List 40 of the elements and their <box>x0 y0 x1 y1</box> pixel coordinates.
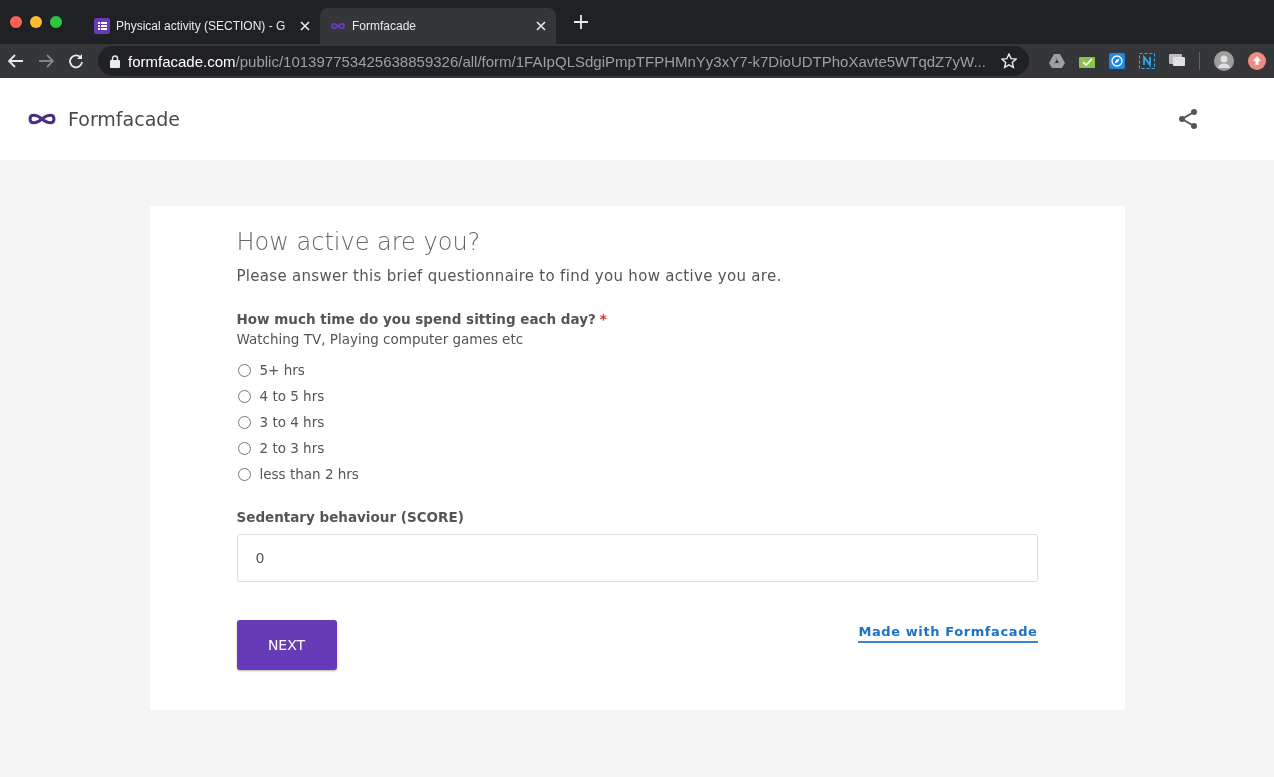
next-button[interactable]: NEXT <box>236 620 337 670</box>
question-label: How much time do you spend sitting each day? <box>236 311 596 327</box>
star-icon[interactable] <box>1001 53 1017 69</box>
url-path: /public/101397753425638859326/all/form/1FAIpQLSdgiPmpTFPHMnYy3xY7-k7DioUDTPhoXavte5WTqdZ7yW... <box>235 52 986 70</box>
form-list-icon <box>94 18 110 34</box>
avatar-icon[interactable] <box>1214 51 1234 71</box>
forward-icon[interactable] <box>38 54 54 68</box>
minimize-window-icon[interactable] <box>30 16 42 28</box>
form-title: How active are you? <box>236 228 482 256</box>
close-tab-icon[interactable] <box>300 21 310 31</box>
browser-tab[interactable]: Physical activity (SECTION) - G <box>84 8 320 44</box>
address-bar[interactable]: formfacade.com/public/101397753425638859326/all/form/1FAIpQLSdgiPmpTFPHMnYy3xY7-k7DioUDTPhoXavte5WTqdZ7yW... <box>98 46 1029 76</box>
mail-check-icon[interactable] <box>1079 54 1095 68</box>
maximize-window-icon[interactable] <box>50 16 62 28</box>
infinity-logo-icon <box>28 112 56 126</box>
brand-name: Formfacade <box>68 108 182 130</box>
score-label: Sedentary behaviour (SCORE) <box>236 509 465 525</box>
reload-icon[interactable] <box>68 53 84 69</box>
chat-bubble-icon[interactable] <box>1169 54 1185 68</box>
new-tab-icon[interactable] <box>574 15 588 29</box>
n-letter-icon[interactable] <box>1139 53 1155 69</box>
option-label[interactable]: 4 to 5 hrs <box>259 388 325 404</box>
option-label[interactable]: 2 to 3 hrs <box>259 440 325 456</box>
option-label[interactable]: 5+ hrs <box>259 362 305 378</box>
question-help-text: Watching TV, Playing computer games etc <box>236 331 525 347</box>
form-description: Please answer this brief questionnaire to find you how active you are. <box>236 267 783 285</box>
browser-tab[interactable]: Formfacade <box>320 8 556 44</box>
close-window-icon[interactable] <box>10 16 22 28</box>
drive-icon[interactable] <box>1049 54 1065 68</box>
made-with-link[interactable]: Made with Formfacade <box>858 623 1038 643</box>
compass-icon[interactable] <box>1109 53 1125 69</box>
required-mark: * <box>599 311 607 327</box>
option-label[interactable]: less than 2 hrs <box>259 466 359 482</box>
share-icon[interactable] <box>1178 108 1198 130</box>
score-field[interactable]: 0 <box>236 534 1038 582</box>
close-tab-icon[interactable] <box>536 21 546 31</box>
url-host: formfacade.com <box>128 52 236 70</box>
lock-icon <box>110 54 120 68</box>
option-label[interactable]: 3 to 4 hrs <box>259 414 325 430</box>
back-icon[interactable] <box>8 54 24 68</box>
